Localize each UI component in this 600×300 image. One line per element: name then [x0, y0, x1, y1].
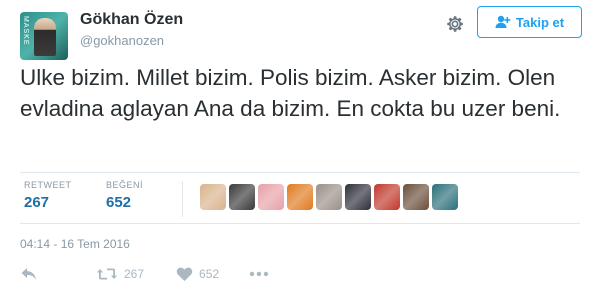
- stats-top-divider: [20, 172, 580, 173]
- stats-separator: [182, 181, 183, 217]
- reply-button[interactable]: [20, 266, 38, 282]
- like-stat[interactable]: BEĞENİ 652: [106, 180, 143, 211]
- like-button[interactable]: 652: [176, 267, 219, 282]
- more-button[interactable]: [249, 271, 269, 277]
- liker-avatar[interactable]: [229, 184, 255, 210]
- follow-button[interactable]: Takip et: [477, 6, 582, 38]
- follow-button-label: Takip et: [515, 14, 565, 30]
- retweet-button[interactable]: 267: [96, 266, 144, 282]
- tweet-timestamp[interactable]: 04:14 - 16 Tem 2016: [20, 237, 130, 251]
- retweet-stat-label: RETWEET: [24, 180, 72, 190]
- liker-avatars: [200, 184, 458, 210]
- user-name[interactable]: Gökhan Özen: [80, 11, 183, 29]
- user-handle[interactable]: @gokhanozen: [80, 33, 164, 48]
- liker-avatar[interactable]: [432, 184, 458, 210]
- liker-avatar[interactable]: [374, 184, 400, 210]
- more-icon: [249, 271, 269, 277]
- gear-icon[interactable]: [444, 13, 466, 35]
- avatar-figure: [34, 18, 56, 56]
- stats-bottom-divider: [20, 223, 580, 224]
- liker-avatar[interactable]: [258, 184, 284, 210]
- retweet-action-count: 267: [124, 267, 145, 281]
- liker-avatar[interactable]: [200, 184, 226, 210]
- retweet-stat-count: 267: [24, 194, 50, 211]
- heart-icon: [176, 267, 193, 282]
- liker-avatar[interactable]: [403, 184, 429, 210]
- reply-icon: [20, 266, 38, 282]
- liker-avatar[interactable]: [316, 184, 342, 210]
- retweet-icon: [96, 266, 118, 282]
- liker-avatar[interactable]: [287, 184, 313, 210]
- add-user-icon: [495, 15, 511, 29]
- like-stat-label: BEĞENİ: [106, 180, 144, 190]
- like-action-count: 652: [199, 267, 220, 281]
- tweet-text: Ulke bizim. Millet bizim. Polis bizim. A…: [20, 65, 561, 121]
- retweet-stat[interactable]: RETWEET 267: [24, 180, 72, 211]
- tweet-actions: 267 652: [20, 266, 269, 282]
- avatar[interactable]: MASKE: [20, 12, 68, 60]
- liker-avatar[interactable]: [345, 184, 371, 210]
- avatar-text: MASKE: [22, 16, 29, 46]
- like-stat-count: 652: [106, 194, 132, 211]
